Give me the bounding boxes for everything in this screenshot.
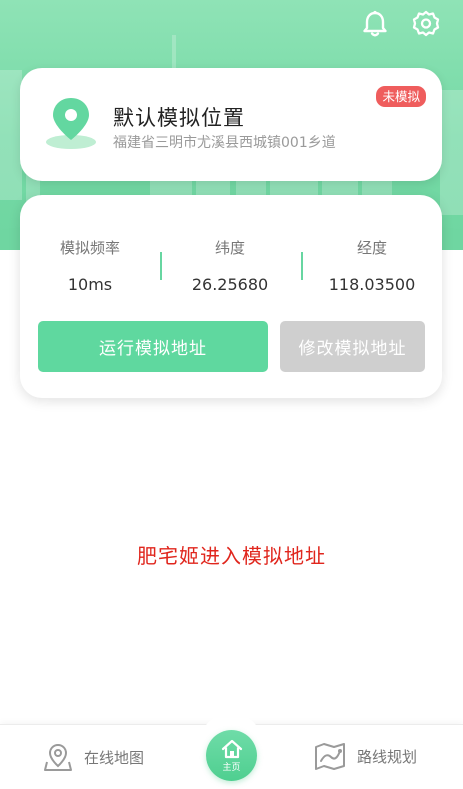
location-address: 福建省三明市尤溪县西城镇001乡道 [113, 135, 336, 151]
location-title: 默认模拟位置 [113, 106, 245, 130]
latitude-label: 纬度 [214, 239, 245, 257]
run-simulation-button[interactable]: 运行模拟地址 [38, 321, 268, 372]
nav-route-planning[interactable]: 路线规划 [314, 742, 417, 770]
app-screen: 默认模拟位置 福建省三明市尤溪县西城镇001乡道 未模拟 模拟频率 10ms 纬… [0, 0, 463, 789]
nav-online-map[interactable]: 在线地图 [43, 742, 144, 772]
location-pin-icon [45, 94, 97, 150]
notification-bell-icon[interactable] [359, 8, 391, 40]
home-icon [221, 739, 242, 758]
latitude-stat: 纬度 26.25680 [160, 237, 300, 294]
simulation-stats-card: 模拟频率 10ms 纬度 26.25680 经度 118.03500 运行模拟地… [20, 195, 442, 398]
latitude-value: 26.25680 [191, 275, 269, 294]
nav-route-planning-label: 路线规划 [357, 747, 418, 766]
simulation-message: 肥宅姬进入模拟地址 [137, 544, 326, 568]
longitude-value: 118.03500 [328, 275, 416, 294]
edit-address-button[interactable]: 修改模拟地址 [280, 321, 425, 372]
map-pin-icon [44, 743, 72, 771]
home-label: 主页 [222, 762, 241, 773]
longitude-label: 经度 [356, 239, 387, 257]
status-badge: 未模拟 [376, 86, 426, 107]
home-button[interactable]: 主页 [206, 730, 257, 781]
location-card: 默认模拟位置 福建省三明市尤溪县西城镇001乡道 未模拟 [20, 68, 442, 181]
frequency-label: 模拟频率 [59, 239, 120, 257]
settings-gear-icon[interactable] [410, 8, 442, 40]
longitude-stat: 经度 118.03500 [302, 237, 442, 294]
route-map-icon [315, 743, 345, 770]
frequency-stat: 模拟频率 10ms [20, 237, 160, 294]
frequency-value: 10ms [67, 275, 113, 294]
nav-online-map-label: 在线地图 [84, 748, 145, 767]
